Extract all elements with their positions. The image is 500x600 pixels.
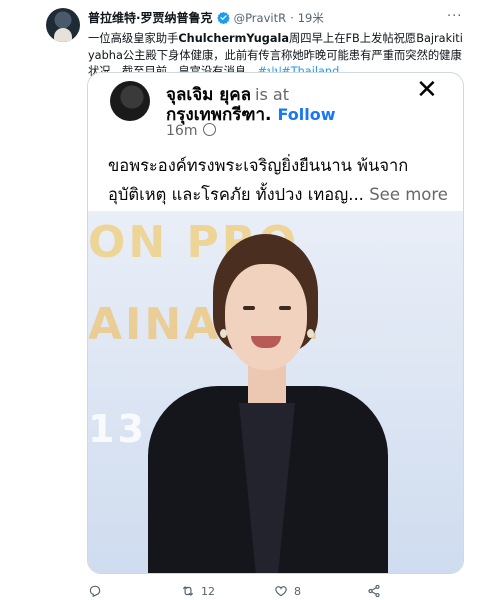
embedded-facebook-post[interactable]: จุลเจิม ยุคล is at กรุงเทพกรีฑา. Follow ✕ … <box>87 72 464 574</box>
reply-button[interactable] <box>88 584 181 598</box>
fb-post-time: 16m <box>166 123 198 139</box>
author-avatar[interactable] <box>46 8 80 42</box>
share-button[interactable] <box>367 584 460 598</box>
share-icon <box>368 584 380 598</box>
like-count: 8 <box>294 584 301 598</box>
photo-eye-right <box>279 306 291 310</box>
tweet-action-bar: 12 8 <box>88 582 463 600</box>
retweet-count: 12 <box>201 584 215 598</box>
separator-dot: · <box>290 10 294 25</box>
fb-author-avatar <box>110 81 150 121</box>
more-options-icon[interactable]: ··· <box>447 9 462 24</box>
verified-badge-icon <box>216 11 230 24</box>
fb-post-text: ขอพระองค์ทรงพระเจริญยิ่งยืนนาน พ้นจาก อุ… <box>108 151 453 209</box>
globe-icon <box>203 123 217 136</box>
retweet-button[interactable]: 12 <box>181 584 274 598</box>
tweet-mention-name: ChulchermYugala <box>178 32 289 45</box>
fb-close-icon: ✕ <box>416 75 438 105</box>
reply-icon <box>89 585 101 598</box>
tweet[interactable]: 普拉维特·罗贾纳普鲁克 @PravitR · 19米 ··· 一位高级皇家助手C… <box>0 0 500 600</box>
retweet-icon <box>182 586 194 596</box>
fb-post-body: ขอพระองค์ทรงพระเจริญยิ่งยืนนาน พ้นจาก อุ… <box>108 156 409 204</box>
fb-place-name: กรุงเทพกรีฑา. <box>166 105 272 125</box>
fb-see-more: See more <box>369 185 448 204</box>
fb-post-time-line: 16m <box>166 123 217 139</box>
tweet-header: 普拉维特·罗贾纳普鲁克 @PravitR · 19米 <box>88 9 324 26</box>
heart-icon <box>275 586 287 597</box>
fb-follow-button: Follow <box>277 105 336 124</box>
author-display-name[interactable]: 普拉维特·罗贾纳普鲁克 <box>88 9 213 26</box>
photo-earring-right <box>307 329 314 338</box>
author-handle[interactable]: @PravitR <box>234 11 287 25</box>
tweet-text-part: 一位高级皇家助手 <box>88 32 179 45</box>
post-photo[interactable]: ON PRO AINABLE 13 RNING <box>88 211 463 573</box>
photo-eye-left <box>243 306 255 310</box>
tweet-time[interactable]: 19米 <box>298 10 324 26</box>
photo-earring-left <box>220 329 227 338</box>
like-button[interactable]: 8 <box>274 584 367 598</box>
photo-face <box>225 264 307 370</box>
